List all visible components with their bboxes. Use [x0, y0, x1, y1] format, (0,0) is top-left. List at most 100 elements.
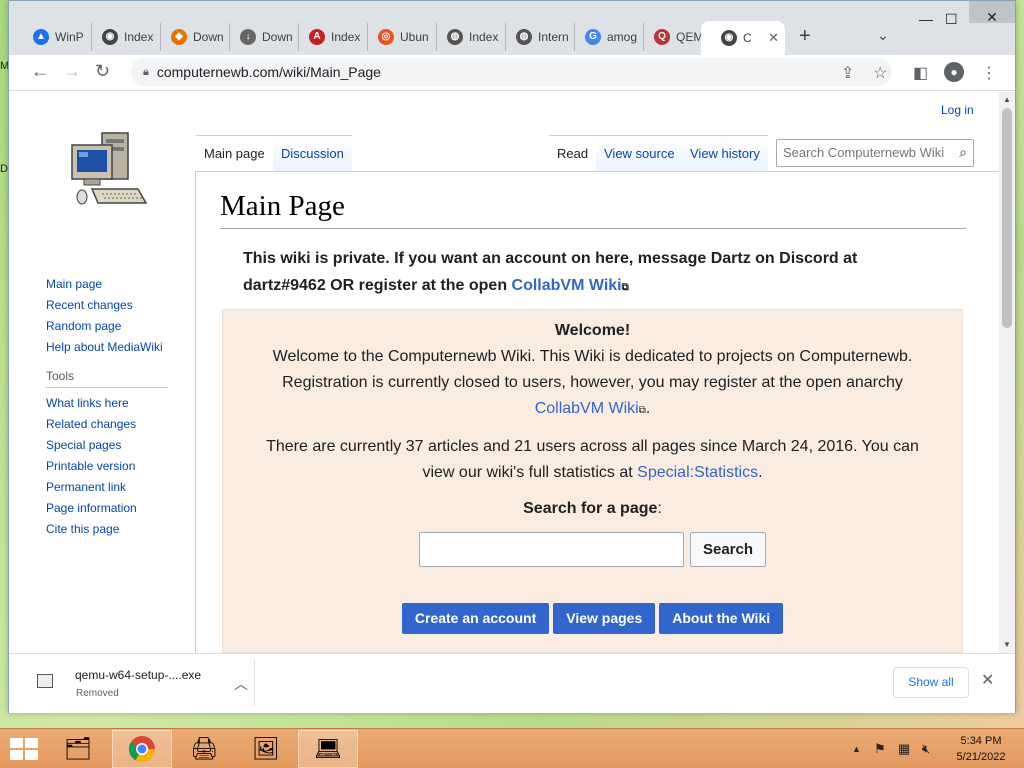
clock-date: 5/21/2022 [956, 751, 1006, 763]
reload-icon[interactable]: ↻ [95, 61, 110, 82]
maximize-icon[interactable]: ☐ [945, 11, 958, 28]
diamond-icon: ◆ [171, 29, 187, 45]
tab-active[interactable]: ◉ C ✕ [701, 21, 785, 55]
qemu-icon: Q [654, 29, 670, 45]
sidebar: Main page Recent changes Random page Hel… [46, 277, 196, 543]
file-explorer-icon[interactable]: 🗂︎ [48, 730, 108, 768]
sidebar-link-cite[interactable]: Cite this page [46, 522, 196, 536]
arch-icon: A [309, 29, 325, 45]
system-clock[interactable]: 5:34 PM 5/21/2022 [950, 733, 1012, 765]
tab-search-chevron-icon[interactable]: ⌄ [877, 27, 889, 44]
tab-5[interactable]: ◎ Ubun [358, 23, 437, 51]
clock-time: 5:34 PM [960, 735, 1002, 747]
search-icon[interactable]: ⌕ [959, 144, 967, 161]
chrome-icon[interactable] [112, 730, 172, 768]
volume-muted-icon[interactable]: 🔇︎ [922, 741, 930, 757]
page-title: Main Page [220, 190, 345, 222]
external-link-icon: ⧉ [638, 405, 646, 416]
view-pages-button[interactable]: View pages [553, 603, 656, 634]
external-link-icon: ⧉ [621, 282, 629, 293]
sidebar-link-related-changes[interactable]: Related changes [46, 417, 196, 431]
sidebar-link-page-information[interactable]: Page information [46, 501, 196, 515]
tab-view-history[interactable]: View history [682, 135, 768, 171]
show-all-button[interactable]: Show all [893, 667, 969, 698]
login-link[interactable]: Log in [941, 103, 974, 117]
sidebar-link-special-pages[interactable]: Special pages [46, 438, 196, 452]
scroll-thumb[interactable] [1002, 108, 1012, 328]
forward-icon[interactable]: → [63, 61, 81, 82]
taskbar: 🗂︎ 🖨︎ 🖼︎ 💻︎ ▲ ⚑ ▦ 🔇︎ 5:34 PM 5/21/2022 [0, 728, 1024, 768]
globe-icon: ◍ [516, 29, 532, 45]
collabvm-icon: ◉ [721, 30, 737, 46]
sidebar-link-recent-changes[interactable]: Recent changes [46, 298, 196, 312]
show-hidden-icons-icon[interactable]: ▲ [852, 744, 861, 754]
back-icon[interactable]: ← [31, 61, 49, 82]
sidebar-link-main-page[interactable]: Main page [46, 277, 196, 291]
windows-start-icon[interactable] [10, 738, 38, 760]
create-account-button[interactable]: Create an account [401, 603, 550, 634]
scroll-down-icon[interactable]: ▼ [1003, 640, 1011, 649]
sidebar-link-help[interactable]: Help about MediaWiki [46, 340, 196, 354]
tab-7[interactable]: ◍ Intern [496, 23, 575, 51]
address-bar[interactable]: 🔒︎ computernewb.com/wiki/Main_Page [131, 58, 891, 86]
tab-1[interactable]: ◉ Index [82, 23, 161, 51]
qemu-app-icon[interactable]: 💻︎ [298, 730, 358, 768]
lock-icon[interactable]: 🔒︎ [143, 66, 149, 79]
tab-close-icon[interactable]: ✕ [768, 30, 779, 46]
welcome-box: Welcome! Welcome to the Computernewb Wik… [222, 309, 963, 653]
sidebar-link-permanent-link[interactable]: Permanent link [46, 480, 196, 494]
download-item[interactable]: qemu-w64-setup-....exe Removed ︿ [19, 660, 255, 706]
google-icon: G [585, 29, 601, 45]
page-search-row: Search [223, 532, 962, 567]
profile-icon[interactable]: ● [944, 62, 964, 82]
sidebar-link-random-page[interactable]: Random page [46, 319, 196, 333]
share-icon[interactable]: ⇪ [841, 63, 854, 83]
tab-read[interactable]: Read [549, 135, 597, 171]
tab-6[interactable]: ◍ Index [427, 23, 506, 51]
tab-2[interactable]: ◆ Down [151, 23, 230, 51]
new-tab-icon[interactable]: + [799, 25, 811, 48]
tab-main-page[interactable]: Main page [196, 135, 273, 171]
photo-viewer-icon[interactable]: 🖼︎ [236, 730, 296, 768]
network-icon[interactable]: ▦ [898, 741, 910, 757]
tab-strip: ▲ WinP ◉ Index ◆ Down ↓ Down A Index ◎ Ubun ◍ I… [9, 1, 1015, 55]
download-icon: ↓ [240, 29, 256, 45]
special-statistics-link[interactable]: Special:Statistics [637, 464, 758, 481]
wiki-logo[interactable] [64, 127, 154, 217]
search-heading: Search for a page: [523, 500, 662, 517]
tab-discussion[interactable]: Discussion [273, 135, 352, 171]
download-status: Removed [76, 688, 119, 699]
wiki-search-input[interactable]: Search Computernewb Wiki ⌕ [776, 139, 974, 167]
chevron-up-icon[interactable]: ︿ [234, 674, 248, 694]
file-icon [37, 674, 53, 688]
browser-window: ▲ WinP ◉ Index ◆ Down ↓ Down A Index ◎ Ubun ◍ I… [8, 0, 1016, 713]
action-center-flag-icon[interactable]: ⚑ [874, 741, 886, 757]
tab-view-source[interactable]: View source [596, 135, 683, 171]
collabvm-wiki-link-2[interactable]: CollabVM Wiki [535, 400, 639, 417]
globe-icon: ◍ [447, 29, 463, 45]
search-button[interactable]: Search [689, 532, 767, 567]
close-icon[interactable]: ✕ [981, 670, 994, 690]
collabvm-icon: ◉ [102, 29, 118, 45]
tab-3[interactable]: ↓ Down [220, 23, 299, 51]
menu-kebab-icon[interactable]: ⋮ [981, 63, 997, 83]
scanner-app-icon[interactable]: 🖨︎ [174, 730, 234, 768]
scroll-up-icon[interactable]: ▲ [1003, 95, 1011, 104]
close-window-icon[interactable]: ✕ [969, 1, 1015, 25]
side-panel-icon[interactable]: ◧ [913, 63, 928, 83]
minimize-icon[interactable]: — [919, 11, 933, 27]
about-wiki-button[interactable]: About the Wiki [659, 603, 784, 634]
download-bar: qemu-w64-setup-....exe Removed ︿ Show al… [9, 653, 1015, 713]
download-filename: qemu-w64-setup-....exe [75, 668, 202, 682]
page-scrollbar[interactable]: ▲ ▼ [999, 92, 1015, 653]
bookmark-star-icon[interactable]: ☆ [873, 63, 887, 83]
tab-4[interactable]: A Index [289, 23, 368, 51]
collabvm-wiki-link[interactable]: CollabVM Wiki [512, 277, 622, 294]
sidebar-link-printable-version[interactable]: Printable version [46, 459, 196, 473]
statistics-paragraph: There are currently 37 articles and 21 u… [266, 438, 919, 481]
tab-0[interactable]: ▲ WinP [13, 23, 92, 51]
sidebar-link-what-links-here[interactable]: What links here [46, 396, 196, 410]
page-search-input[interactable] [418, 532, 684, 567]
tab-8[interactable]: Gamog [565, 23, 644, 51]
welcome-line-2: Registration is currently closed to user… [282, 374, 903, 391]
